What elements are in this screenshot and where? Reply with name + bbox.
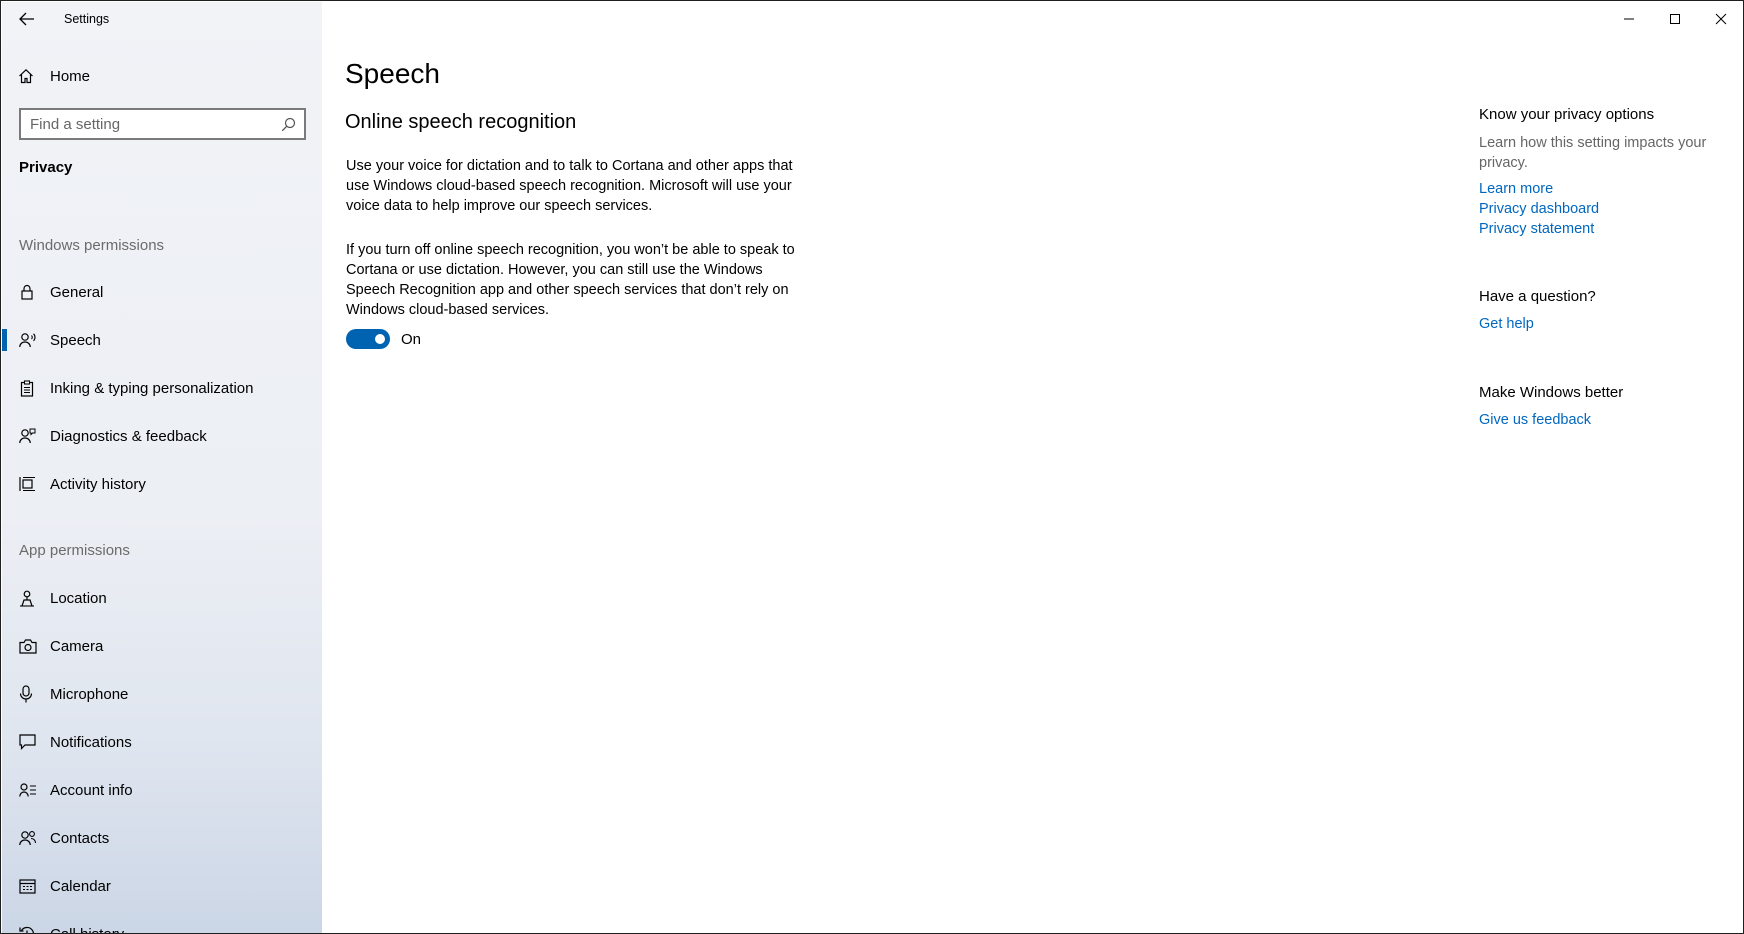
sidebar-item-label: Notifications — [50, 733, 132, 751]
back-button[interactable] — [2, 2, 52, 36]
search-icon[interactable] — [281, 117, 296, 132]
sidebar-item-label: Inking & typing personalization — [50, 379, 254, 397]
get-help-link[interactable]: Get help — [1479, 316, 1534, 332]
sidebar: Settings Home Privacy Windows permission… — [2, 2, 322, 934]
toggle-knob — [375, 334, 385, 344]
sidebar-item-label: Diagnostics & feedback — [50, 427, 207, 445]
windows-permissions-header: Windows permissions — [19, 237, 165, 254]
nav-home[interactable]: Home — [2, 58, 322, 94]
feedback-icon — [19, 428, 50, 444]
sidebar-item-contacts[interactable]: Contacts — [2, 818, 322, 858]
privacy-dashboard-link[interactable]: Privacy dashboard — [1479, 201, 1599, 217]
have-a-question-header: Have a question? — [1479, 288, 1596, 305]
sidebar-item-camera[interactable]: Camera — [2, 626, 322, 666]
search-input[interactable] — [30, 115, 270, 133]
sidebar-item-label: Activity history — [50, 475, 146, 493]
sidebar-item-label: Contacts — [50, 829, 110, 847]
sidebar-item-label: General — [50, 283, 104, 301]
give-feedback-link[interactable]: Give us feedback — [1479, 412, 1591, 428]
sidebar-item-label: Account info — [50, 781, 133, 799]
close-icon — [1715, 13, 1727, 25]
app-permissions-header: App permissions — [19, 542, 130, 559]
sidebar-item-general[interactable]: General — [2, 272, 322, 312]
call-history-icon — [19, 926, 50, 933]
main-content: Speech Online speech recognition Use you… — [322, 2, 1743, 933]
sidebar-item-speech[interactable]: Speech — [2, 320, 322, 360]
calendar-icon — [19, 878, 50, 894]
microphone-icon — [19, 685, 50, 703]
clipboard-icon — [19, 379, 50, 397]
sidebar-item-diagnostics-feedback[interactable]: Diagnostics & feedback — [2, 416, 322, 456]
app-title: Settings — [64, 12, 110, 26]
sidebar-item-account-info[interactable]: Account info — [2, 770, 322, 810]
title-bar: Settings — [2, 2, 322, 36]
sidebar-item-label: Microphone — [50, 685, 129, 703]
settings-window: Settings Home Privacy Windows permission… — [0, 0, 1744, 934]
sidebar-item-call-history[interactable]: Call history — [2, 914, 322, 934]
location-icon — [19, 590, 50, 607]
search-box[interactable] — [19, 108, 306, 140]
description-paragraph-1: Use your voice for dictation and to talk… — [346, 158, 793, 214]
sidebar-item-location[interactable]: Location — [2, 578, 322, 618]
privacy-options-text: Learn how this setting impacts your priv… — [1479, 135, 1707, 171]
contacts-icon — [19, 830, 50, 846]
section-title: Online speech recognition — [345, 111, 577, 133]
minimize-icon — [1624, 18, 1634, 20]
description-paragraph-2: If you turn off online speech recognitio… — [346, 242, 795, 318]
sidebar-item-microphone[interactable]: Microphone — [2, 674, 322, 714]
speech-icon — [19, 332, 50, 348]
sidebar-item-inking-typing[interactable]: Inking & typing personalization — [2, 368, 322, 408]
activity-history-icon — [19, 476, 50, 492]
maximize-icon — [1670, 14, 1680, 24]
back-arrow-icon — [19, 12, 34, 26]
window-controls — [1606, 2, 1743, 36]
privacy-options-header: Know your privacy options — [1479, 106, 1655, 123]
sidebar-item-label: Camera — [50, 637, 104, 655]
sidebar-item-notifications[interactable]: Notifications — [2, 722, 322, 762]
sidebar-item-label: Speech — [50, 331, 101, 349]
maximize-button[interactable] — [1652, 2, 1698, 36]
current-section-title: Privacy — [19, 159, 73, 176]
home-icon — [18, 68, 50, 84]
notifications-icon — [19, 734, 50, 750]
lock-icon — [19, 284, 50, 300]
minimize-button[interactable] — [1606, 2, 1652, 36]
sidebar-item-label: Location — [50, 589, 107, 607]
account-info-icon — [19, 782, 50, 798]
sidebar-item-label: Calendar — [50, 877, 111, 895]
sidebar-item-calendar[interactable]: Calendar — [2, 866, 322, 906]
privacy-statement-link[interactable]: Privacy statement — [1479, 221, 1594, 237]
sidebar-item-activity-history[interactable]: Activity history — [2, 464, 322, 504]
camera-icon — [19, 638, 50, 654]
toggle-state-label: On — [401, 331, 422, 348]
learn-more-link[interactable]: Learn more — [1479, 181, 1553, 197]
nav-home-label: Home — [50, 67, 91, 85]
close-button[interactable] — [1698, 2, 1743, 36]
sidebar-item-label: Call history — [50, 925, 125, 934]
online-speech-recognition-toggle[interactable] — [346, 329, 390, 349]
make-windows-better-header: Make Windows better — [1479, 384, 1624, 401]
page-title: Speech — [345, 58, 440, 89]
